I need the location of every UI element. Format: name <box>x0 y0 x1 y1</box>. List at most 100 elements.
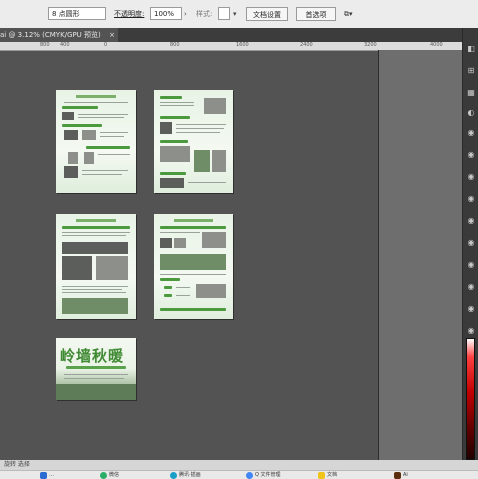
section-bar <box>160 96 182 99</box>
image <box>160 178 184 188</box>
tab-document[interactable]: ai @ 3.12% (CMYK/GPU 预览) × <box>0 28 118 42</box>
text-line <box>160 232 200 233</box>
taskbar-label: Ai <box>403 472 408 478</box>
image <box>202 232 226 248</box>
text-line <box>176 132 220 133</box>
panel-icon[interactable]: ◧ <box>466 44 476 54</box>
panel-icon[interactable]: ◐ <box>466 108 476 118</box>
document-setup-label: 文档设置 <box>253 11 281 19</box>
image <box>82 130 96 140</box>
image <box>62 298 128 314</box>
opacity-input[interactable]: 100% <box>150 7 182 20</box>
panel-icon[interactable]: ◉ <box>466 150 476 160</box>
image <box>62 242 128 254</box>
ruler-tick: 2400 <box>300 42 313 48</box>
ruler-tick: 800 <box>40 42 50 48</box>
ruler-tick: 3200 <box>364 42 377 48</box>
poster-title: 岭墙秋暖 <box>60 347 125 365</box>
document-setup-button[interactable]: 文档设置 <box>246 7 288 21</box>
image <box>160 146 190 162</box>
arrange-icon[interactable]: ⧉▾ <box>344 8 353 21</box>
style-swatch[interactable] <box>218 7 230 20</box>
image <box>174 238 186 248</box>
text-line <box>100 132 128 133</box>
ruler-tick: 400 <box>60 42 70 48</box>
text-line <box>64 374 128 375</box>
text-line <box>62 292 126 293</box>
section-bar <box>164 294 172 297</box>
panel-icon[interactable]: ◉ <box>466 172 476 182</box>
text-line <box>62 289 122 290</box>
color-spectrum-slider[interactable] <box>466 338 475 460</box>
preferences-label: 首选项 <box>305 11 327 19</box>
text-line <box>64 102 128 103</box>
image <box>160 254 226 270</box>
panel-icon[interactable]: ◉ <box>466 304 476 314</box>
text-line <box>98 154 130 155</box>
taskbar-label: … <box>49 472 54 478</box>
panel-icon[interactable]: ◉ <box>466 282 476 292</box>
text-line <box>62 232 130 233</box>
artboard-page-5[interactable]: 岭墙秋暖 <box>56 338 136 400</box>
text-line <box>82 174 122 175</box>
panel-icon[interactable]: ◉ <box>466 194 476 204</box>
section-bar <box>160 226 226 229</box>
panel-icon[interactable]: ⊞ <box>466 66 476 76</box>
text-line <box>62 235 126 236</box>
text-line <box>78 114 128 115</box>
taskbar-label: 微信 <box>109 472 120 478</box>
artboard-page-2[interactable] <box>154 90 233 193</box>
text-line <box>62 286 128 287</box>
section-bar <box>164 286 172 289</box>
text-line <box>176 124 226 125</box>
image <box>56 384 136 400</box>
style-dropdown-icon[interactable]: ▾ <box>233 8 237 21</box>
ruler-tick: 0 <box>104 42 108 48</box>
tab-title: ai @ 3.12% (CMYK/GPU 预览) <box>0 31 101 39</box>
panel-icon[interactable]: ▦ <box>466 88 476 98</box>
status-bar: 旋转 选择 <box>0 460 478 470</box>
preferences-button[interactable]: 首选项 <box>296 7 336 21</box>
artboard-edge <box>378 50 463 460</box>
panel-icon[interactable]: ◉ <box>466 238 476 248</box>
opacity-arrow-icon[interactable]: › <box>184 8 187 21</box>
opacity-value: 100% <box>154 10 175 18</box>
page-header <box>173 219 214 222</box>
page-header <box>76 219 116 222</box>
tab-close-icon[interactable]: × <box>109 28 115 42</box>
text-line <box>100 136 124 137</box>
text-line <box>188 182 226 183</box>
text-line <box>176 295 190 296</box>
panel-icon[interactable]: ◉ <box>466 260 476 270</box>
text-line <box>176 287 190 288</box>
stroke-profile-select[interactable]: 8 点圆形 <box>48 7 106 20</box>
style-label: 样式: <box>196 10 213 18</box>
section-bar <box>86 146 130 149</box>
ruler-tick: 4000 <box>430 42 443 48</box>
artboard-page-3[interactable] <box>56 214 136 319</box>
panel-icon[interactable]: ◉ <box>466 326 476 336</box>
image <box>62 112 74 120</box>
panel-icon[interactable]: ◉ <box>466 128 476 138</box>
image <box>96 256 128 280</box>
section-bar <box>62 226 130 229</box>
stroke-profile-value: 8 点圆形 <box>52 10 80 18</box>
text-line <box>160 102 194 103</box>
section-bar <box>160 278 180 281</box>
text-line <box>160 274 226 275</box>
section-bar <box>62 124 102 127</box>
artboard-page-1[interactable] <box>56 90 136 193</box>
section-bar <box>62 106 98 109</box>
image <box>84 152 94 164</box>
text-line <box>176 128 224 129</box>
artboard-page-4[interactable] <box>154 214 233 319</box>
taskbar-label: 文档 <box>327 472 338 478</box>
image <box>194 150 210 172</box>
page-header <box>76 95 116 98</box>
section-bar <box>160 172 186 175</box>
image <box>64 130 78 140</box>
image <box>160 238 172 248</box>
section-bar <box>160 308 226 311</box>
ruler-tick: 1600 <box>236 42 249 48</box>
panel-icon[interactable]: ◉ <box>466 216 476 226</box>
